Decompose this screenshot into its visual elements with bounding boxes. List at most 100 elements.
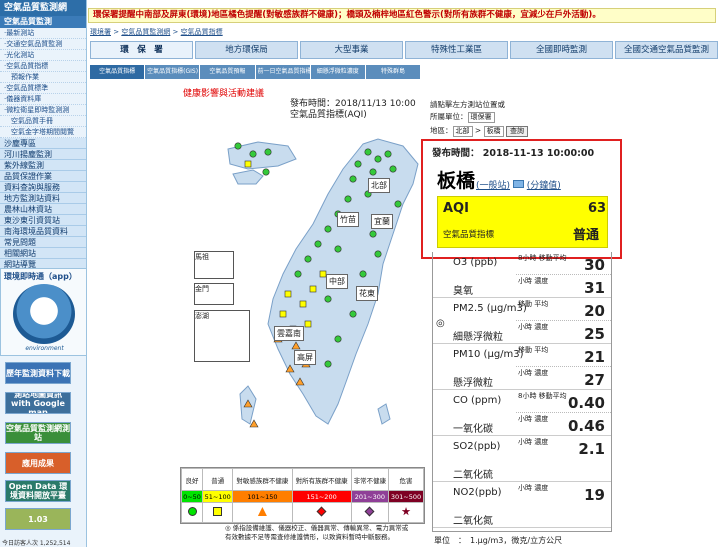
station-marker[interactable] [264,148,272,156]
sidebar-item[interactable]: ‧交通空氣品質監測 [0,39,86,50]
station-marker[interactable] [334,245,342,253]
app-promo[interactable]: 環境即時通（app） environment [0,268,87,356]
station-marker[interactable] [324,225,332,233]
sidebar-item[interactable]: ‧空氣品質指標 [0,61,86,72]
station-marker[interactable] [344,195,352,203]
tab-traffic[interactable]: 全國交通空氣品質監測 [615,41,718,59]
subtab-islands[interactable]: 特殊群島 [365,65,421,79]
tab-local-epa[interactable]: 地方環保局 [195,41,298,59]
sidebar-item[interactable]: ‧光化測站 [0,50,86,61]
station-marker[interactable] [374,155,382,163]
tab-realtime[interactable]: 全國即時監測 [510,41,613,59]
station-marker[interactable] [262,168,270,176]
sidebar-item[interactable]: 常見問題 [0,237,86,248]
sidebar-item[interactable]: ‧儀器資料庫 [0,94,86,105]
station-marker[interactable] [234,142,242,150]
taiwan-map[interactable]: 北部 竹苗 宜蘭 中部 花東 雲嘉南 高屏 馬祖 金門 澎湖 [178,124,428,459]
pollutant-value-1: 2.1 [578,440,605,458]
promo-banner[interactable]: 應用成果 [5,452,71,474]
promo-banner[interactable]: 1.03 [5,508,71,530]
promo-banner[interactable]: Open Data 環境資料開放平臺 [5,480,71,502]
sidebar-item[interactable]: 品質保證作業 [0,171,86,182]
health-advice-link[interactable]: 健康影響與活動建議 [183,86,264,99]
station-marker[interactable] [369,230,377,238]
station-marker[interactable] [394,200,402,208]
sidebar-item[interactable]: 相關網站 [0,248,86,259]
sidebar-item[interactable]: 地方監測站資料 [0,193,86,204]
station-marker[interactable] [334,335,342,343]
tab-large-business[interactable]: 大型事業 [300,41,403,59]
inset-matsu[interactable]: 馬祖 [194,251,234,279]
area-label: 地區： [430,126,453,135]
sidebar-item[interactable]: 空氣品質監測 [0,16,86,28]
breadcrumb-link[interactable]: 空氣品質監測網 [121,28,170,36]
station-select[interactable]: 板橋 [483,125,504,137]
area-select[interactable]: 北部 [452,125,473,137]
region-yunjianan[interactable]: 雲嘉南 [274,326,304,341]
diamond-marker-icon [364,506,375,517]
pollutant-value-1: 21 [584,348,605,366]
subtab-aqi-gis[interactable]: 空氣品質指標(GIS) [145,65,200,79]
promo-banner[interactable]: 測站地圖資訊 with Google map [5,392,71,414]
station-marker[interactable] [314,240,322,248]
minute-value-link[interactable]: (分鐘值) [527,181,561,191]
station-marker[interactable] [359,270,367,278]
station-marker[interactable] [324,295,332,303]
sidebar-item[interactable]: ‧最新測站 [0,28,86,39]
station-marker[interactable] [284,290,292,298]
region-north[interactable]: 北部 [368,178,390,193]
station-marker[interactable] [384,150,392,158]
inset-penghu[interactable]: 澎湖 [194,310,250,362]
sidebar-item[interactable]: 河川揚塵監測 [0,149,86,160]
inset-kinmen[interactable]: 金門 [194,283,234,305]
station-marker[interactable] [299,300,307,308]
region-zhumiao[interactable]: 竹苗 [337,212,359,227]
sidebar-item[interactable]: ‧空氣品質標準 [0,83,86,94]
unit-select[interactable]: 環保署 [467,111,495,123]
station-marker[interactable] [294,270,302,278]
subtab-yesterday[interactable]: 前一日空氣品質指標 [255,65,310,79]
station-marker[interactable] [389,165,397,173]
station-marker[interactable] [304,320,312,328]
station-marker[interactable] [369,168,377,176]
sidebar-item[interactable]: 紫外線監測 [0,160,86,171]
breadcrumb-link[interactable]: 空氣品質指標 [181,28,223,36]
sidebar-item[interactable]: 東沙東引資質站 [0,215,86,226]
station-marker[interactable] [349,175,357,183]
region-central[interactable]: 中部 [326,274,348,289]
breadcrumb-link[interactable]: 環境署 [90,28,111,36]
pollutant-metric-1: 8小時 移動平均 [518,392,567,400]
station-marker[interactable] [349,310,357,318]
sidebar-item[interactable]: 資料查詢與服務 [0,182,86,193]
promo-banner[interactable]: 歷年監測資料下載 [5,362,71,384]
promo-banner[interactable]: 空氣品質監測網測站 [5,422,71,444]
subtab-pm25[interactable]: 細懸浮微粒濃度 [310,65,365,79]
region-gaoping[interactable]: 高屏 [294,350,316,365]
tab-industrial-zone[interactable]: 特殊性工業區 [405,41,508,59]
query-button[interactable]: 查詢 [505,125,528,137]
sidebar-item[interactable]: 空氣金字塔期間閱覽 [0,127,86,138]
station-marker[interactable] [324,360,332,368]
station-marker[interactable] [354,160,362,168]
station-marker[interactable] [244,160,252,168]
region-huadong[interactable]: 花東 [356,286,378,301]
station-marker[interactable] [249,150,257,158]
subtab-forecast[interactable]: 空氣品質預報 [200,65,255,79]
image-icon[interactable] [512,180,524,188]
sidebar-item[interactable]: 預報作業 [0,72,86,83]
sidebar-item[interactable]: 沙塵專區 [0,138,86,149]
general-station-link[interactable]: (一般站) [476,181,510,191]
region-yilan[interactable]: 宜蘭 [371,214,393,229]
station-marker[interactable] [304,255,312,263]
subtab-aqi[interactable]: 空氣品質指標 [90,65,145,79]
station-links: (一般站) (分鐘值) [476,178,561,191]
sidebar-item[interactable]: ‧微粒衛星即時監測測 [0,105,86,116]
sidebar-item[interactable]: 空氣品質手冊 [0,116,86,127]
sidebar-item[interactable]: 南海環境品質資料 [0,226,86,237]
station-marker[interactable] [374,250,382,258]
station-marker[interactable] [364,148,372,156]
station-marker[interactable] [279,310,287,318]
station-marker[interactable] [309,285,317,293]
sidebar-item[interactable]: 農林山林資站 [0,204,86,215]
tab-epa[interactable]: 環 保 署 [90,41,193,59]
